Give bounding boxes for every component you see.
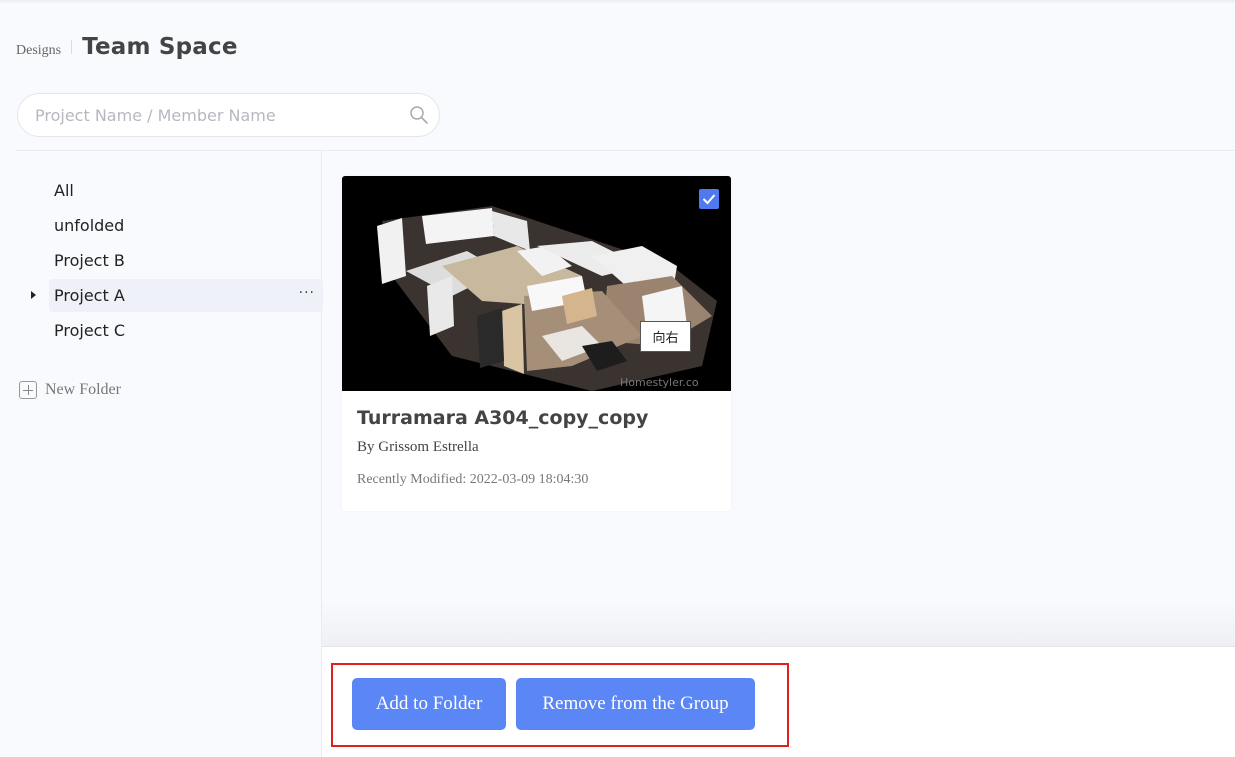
sidebar-item-label: Project C xyxy=(54,321,125,340)
svg-text:Homestyler.co: Homestyler.co xyxy=(620,376,699,389)
search-icon[interactable] xyxy=(409,105,429,125)
more-options-icon[interactable]: ··· xyxy=(299,285,315,301)
plus-icon xyxy=(19,381,37,399)
select-checkbox[interactable] xyxy=(699,189,719,209)
card-author: By Grissom Estrella xyxy=(357,439,479,455)
search-box xyxy=(17,93,440,137)
expand-caret-icon[interactable] xyxy=(31,291,36,299)
sidebar-item-label: All xyxy=(54,181,74,200)
top-shadow xyxy=(0,0,1235,4)
header-divider xyxy=(16,150,1235,151)
sidebar-item-label: Project B xyxy=(54,251,125,270)
design-thumbnail[interactable]: Homestyler.co 向右 xyxy=(342,176,731,391)
new-folder-button[interactable]: New Folder xyxy=(19,378,121,402)
floorplan-render-image: Homestyler.co xyxy=(377,206,717,391)
sidebar-item-unfolded[interactable]: unfolded xyxy=(49,209,323,242)
breadcrumb-separator xyxy=(71,40,73,54)
tooltip: 向右 xyxy=(640,321,691,352)
sidebar-item-project-a[interactable]: Project A ··· xyxy=(31,279,323,312)
sidebar: All unfolded Project B Project A ··· Pro… xyxy=(16,174,323,349)
check-icon xyxy=(702,194,716,205)
breadcrumb: Designs Team Space xyxy=(16,34,238,68)
design-card[interactable]: Homestyler.co 向右 Turramara A304_copy_cop… xyxy=(342,176,731,511)
search-input[interactable] xyxy=(35,94,395,136)
card-title[interactable]: Turramara A304_copy_copy xyxy=(357,407,648,429)
card-modified-date: Recently Modified: 2022-03-09 18:04:30 xyxy=(357,472,589,487)
breadcrumb-designs[interactable]: Designs xyxy=(16,43,61,59)
page-title: Team Space xyxy=(82,34,238,60)
sidebar-item-label: unfolded xyxy=(54,216,125,235)
new-folder-label: New Folder xyxy=(45,381,121,398)
sidebar-item-project-c[interactable]: Project C xyxy=(49,314,323,347)
sidebar-item-project-b[interactable]: Project B xyxy=(49,244,323,277)
highlight-box xyxy=(331,663,789,747)
sidebar-item-label: Project A xyxy=(54,286,125,305)
sidebar-item-all[interactable]: All xyxy=(49,174,323,207)
content-fade xyxy=(322,600,1235,646)
